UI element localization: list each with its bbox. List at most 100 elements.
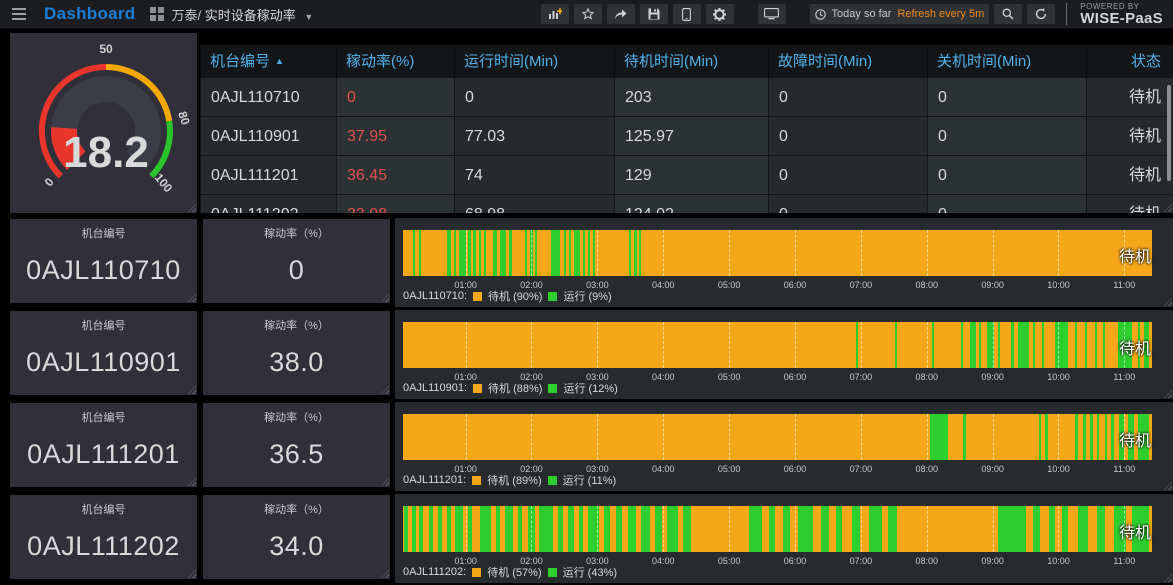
run-swatch <box>547 475 557 485</box>
timeline-panel[interactable]: 01:00 02:00 03:00 04:00 05:00 06:00 07:00 08:00… <box>395 218 1173 307</box>
run-segment <box>568 506 574 552</box>
run-segment <box>640 506 651 552</box>
table-cell: 0 <box>927 156 1086 195</box>
run-segment <box>509 230 512 276</box>
axis-tick-label: 05:00 <box>717 464 741 474</box>
run-segment <box>411 506 416 552</box>
star-button[interactable] <box>573 4 602 24</box>
settings-button[interactable] <box>705 4 734 24</box>
run-segment <box>564 230 567 276</box>
rate-card[interactable]: 稼动率（%） 34.0 <box>203 495 390 579</box>
column-header[interactable]: 稼动率(%) <box>336 45 454 78</box>
hour-gridline <box>794 414 796 460</box>
axis-tick-label: 09:00 <box>981 280 1004 290</box>
refresh-interval-label: Refresh every 5m <box>897 8 985 20</box>
run-segment <box>868 506 882 552</box>
column-header[interactable]: 待机时间(Min) <box>614 45 768 78</box>
hour-gridline <box>992 322 994 368</box>
table-row: 0AJL110710 0 0 203 0 0 待机 <box>200 78 1173 117</box>
mobile-button[interactable] <box>672 4 701 24</box>
machine-id-value: 0AJL110901 <box>26 347 181 377</box>
refresh-button[interactable] <box>1027 4 1056 24</box>
hour-gridline <box>729 230 731 276</box>
timeline-panel[interactable]: 01:00 02:00 03:00 04:00 05:00 06:00 07:00 08:00… <box>395 310 1173 399</box>
column-header[interactable]: 运行时间(Min) <box>454 45 614 78</box>
legend-machine-label: 0AJL110901: <box>403 382 468 394</box>
legend-machine-label: 0AJL111202: <box>403 566 467 578</box>
axis-tick-label: 10:00 <box>1047 280 1070 290</box>
gear-icon <box>713 7 727 21</box>
timeline-panel[interactable]: 01:00 02:00 03:00 04:00 05:00 06:00 07:00 08:00… <box>395 494 1173 583</box>
hour-gridline <box>860 230 862 276</box>
share-button[interactable] <box>606 4 635 24</box>
navbar-actions: Today so far Refresh every 5m POWERED BY… <box>540 2 1173 26</box>
run-segment <box>930 414 948 460</box>
axis-tick-label: 08:00 <box>915 464 938 474</box>
idle-swatch <box>472 567 482 577</box>
breadcrumb[interactable]: 万泰/ 实时设备稼动率 ▼ <box>172 5 314 24</box>
machine-id-card[interactable]: 机台编号 0AJL111202 <box>10 495 197 579</box>
add-panel-button[interactable] <box>540 4 569 24</box>
timeline-status-label: 待机 <box>1118 525 1151 542</box>
menu-icon[interactable] <box>0 0 38 28</box>
table-cell: 待机 <box>1086 195 1173 213</box>
hour-gridline <box>663 322 665 368</box>
gauge-tick-label: 50 <box>99 42 113 56</box>
run-segment <box>1048 506 1056 552</box>
time-range-picker[interactable]: Today so far Refresh every 5m <box>809 4 990 24</box>
column-header[interactable]: 故障时间(Min) <box>768 45 927 78</box>
run-segment <box>1096 414 1100 460</box>
column-header[interactable]: 关机时间(Min) <box>927 45 1086 78</box>
tv-mode-button[interactable] <box>757 4 786 24</box>
run-segment <box>505 506 513 552</box>
hour-gridline <box>860 506 862 552</box>
save-button[interactable] <box>639 4 668 24</box>
machine-id-card[interactable]: 机台编号 0AJL111201 <box>10 403 197 487</box>
table-cell: 0 <box>927 195 1086 213</box>
hour-gridline <box>729 506 731 552</box>
machine-id-card[interactable]: 机台编号 0AJL110710 <box>10 219 197 303</box>
machine-id-card[interactable]: 机台编号 0AJL110901 <box>10 311 197 395</box>
run-segment <box>453 230 457 276</box>
clock-icon <box>814 8 826 20</box>
grid-icon[interactable] <box>149 7 164 21</box>
hour-gridline <box>1058 230 1060 276</box>
run-segment <box>1090 414 1093 460</box>
run-segment <box>419 506 424 552</box>
hour-gridline <box>926 414 928 460</box>
timeline-panel[interactable]: 01:00 02:00 03:00 04:00 05:00 06:00 07:00 08:00… <box>395 402 1173 491</box>
gauge-panel[interactable]: 18.2 0 50 80 100 <box>10 33 197 213</box>
timeline-legend: 0AJL110901: 待机 (88%) 运行 (12%) <box>403 380 618 396</box>
column-header[interactable]: 机台编号 ▲ <box>200 45 336 78</box>
time-range-label: Today so far <box>831 8 892 20</box>
rate-card[interactable]: 稼动率（%） 38.0 <box>203 311 390 395</box>
run-segment <box>447 230 452 276</box>
nav-separator <box>1066 3 1068 25</box>
hour-gridline <box>729 322 731 368</box>
mobile-icon <box>682 7 691 21</box>
axis-tick-label: 04:00 <box>651 280 675 290</box>
app-logo[interactable]: Dashboard <box>44 4 136 24</box>
run-segment <box>969 322 977 368</box>
column-header[interactable]: 状态 <box>1086 45 1173 78</box>
table-cell: 0 <box>336 78 454 117</box>
axis-tick-label: 11:00 <box>1113 464 1136 474</box>
status-table-panel[interactable]: 机台编号 ▲ 稼动率(%) 运行时间(Min) 待机时间(Min) 故障时间(Min) 关机… <box>200 45 1173 213</box>
axis-tick-label: 10:00 <box>1047 464 1070 474</box>
timeline-legend: 0AJL111201: 待机 (89%) 运行 (11%) <box>403 472 616 488</box>
legend-run-label: 运行 (12%) <box>563 383 618 395</box>
hour-gridline <box>465 414 467 460</box>
zoom-out-button[interactable] <box>994 4 1023 24</box>
run-segment <box>931 322 934 368</box>
rate-card[interactable]: 稼动率（%） 0 <box>203 219 390 303</box>
table-cell: 待机 <box>1086 78 1173 117</box>
run-segment <box>1017 322 1029 368</box>
rate-card[interactable]: 稼动率（%） 36.5 <box>203 403 390 487</box>
table-cell: 36.45 <box>336 156 454 195</box>
run-segment <box>447 506 452 552</box>
hour-gridline <box>992 414 994 460</box>
hour-gridline <box>794 230 796 276</box>
table-scrollbar[interactable] <box>1167 85 1171 181</box>
run-segment <box>468 230 471 276</box>
gauge-tick-label: 80 <box>175 110 193 127</box>
